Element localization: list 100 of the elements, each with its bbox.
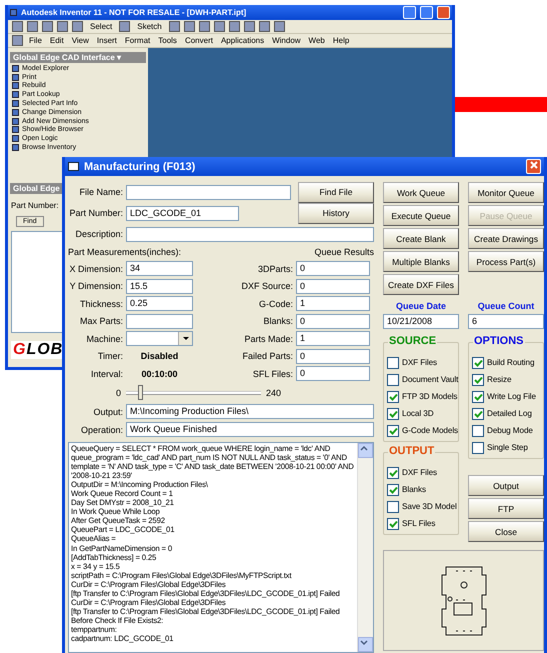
checkbox-label[interactable]: Detailed Log [487,409,532,418]
toolbar-icon[interactable] [274,21,285,32]
checkbox[interactable] [387,356,399,368]
group-title: OPTIONS [473,335,525,347]
history-button[interactable]: History [298,202,374,224]
action-button[interactable]: Close [468,521,544,542]
input-field[interactable]: 34 [126,261,193,276]
queue-button[interactable]: Monitor Queue [468,182,544,203]
scrollbar[interactable] [357,442,373,652]
toolbar-icon[interactable] [119,21,130,32]
checkbox[interactable] [472,442,484,454]
input-field[interactable]: 10/21/2008 [383,314,459,329]
checkbox-label[interactable]: Resize [487,375,512,384]
input-field[interactable]: 0 [296,278,370,294]
input-field[interactable]: 6 [468,314,544,329]
menu-item[interactable]: Edit [48,36,66,45]
field-label: Description: [74,229,123,239]
checkbox-label[interactable]: Single Step [487,443,528,452]
checkbox-label[interactable]: Save 3D Model [402,502,457,511]
menu-item[interactable]: View [70,36,91,45]
input-field[interactable] [126,226,374,242]
queue-button[interactable]: Process Part(s) [468,251,544,272]
maximize-button[interactable] [420,6,433,19]
menu-item[interactable]: Window [270,36,303,45]
window-title: Autodesk Inventor 11 - NOT FOR RESALE - [DWH-PART.ipt] [21,8,248,17]
menu-item[interactable]: Format [122,36,152,45]
toolbar-icon[interactable] [244,21,255,32]
input-field[interactable] [126,314,193,329]
menu-item[interactable]: Convert [182,36,215,45]
checkbox[interactable] [387,518,399,530]
checkbox-label[interactable]: Blanks [402,485,426,494]
menu-item[interactable]: Help [330,36,352,45]
checkbox[interactable] [472,356,484,368]
checkbox-label[interactable]: Debug Mode [487,426,533,435]
toolbar-icon[interactable] [42,21,53,32]
queue-button[interactable]: Create DXF Files [383,274,459,295]
toolbar-button[interactable]: Sketch [134,22,165,31]
queue-button[interactable]: Work Queue [383,182,459,203]
toolbar-icon[interactable] [72,21,83,32]
checkbox-label[interactable]: Write Log File [487,392,536,401]
checkbox-label[interactable]: SFL Files [402,519,436,528]
action-button[interactable]: Output [468,475,544,496]
dropdown-arrow-icon [182,336,190,342]
toolbar-icon[interactable] [228,21,240,32]
checkmark-icon [388,518,398,528]
close-button[interactable] [437,6,450,19]
toolbar-icon[interactable] [184,21,195,32]
toolbar-button[interactable]: Select [87,22,116,31]
checkbox[interactable] [387,424,399,436]
input-field[interactable]: 0 [296,261,370,276]
input-field[interactable]: 15.5 [126,278,193,294]
toolbar-icon[interactable] [258,21,270,32]
checkbox[interactable] [472,408,484,420]
input-field[interactable]: 0 [296,366,370,382]
toolbar-icon[interactable] [168,21,180,32]
input-field[interactable]: LDC_GCODE_01 [126,206,239,220]
input-field[interactable]: 0 [296,314,370,329]
slider-thumb[interactable] [138,385,143,400]
menu-item[interactable]: Tools [156,36,179,45]
menu-item[interactable]: File [27,36,44,45]
minimize-button[interactable] [403,6,416,19]
checkbox-label[interactable]: Local 3D [402,409,434,418]
checkbox-label[interactable]: Document Vault [402,375,458,384]
checkbox[interactable] [387,500,399,512]
menu-item[interactable]: Web [306,36,327,45]
checkbox[interactable] [472,374,484,386]
input-field[interactable]: 0 [296,348,370,364]
toolbar-icon[interactable] [27,21,38,32]
input-field[interactable]: Work Queue Finished [126,422,374,437]
input-field[interactable]: 1 [296,331,370,346]
toolbar-icon[interactable] [57,21,68,32]
input-field[interactable]: 1 [296,296,370,312]
checkbox[interactable] [387,484,399,496]
queue-button[interactable]: Multiple Blanks [383,251,459,272]
toolbar-icon[interactable] [12,21,23,32]
checkbox[interactable] [387,390,399,402]
close-button[interactable] [526,159,541,174]
input-field[interactable] [126,184,291,200]
checkbox[interactable] [472,390,484,402]
toolbar-icon[interactable] [214,21,225,32]
queue-button[interactable]: Create Blank [383,228,459,249]
checkbox[interactable] [387,466,399,478]
menu-item[interactable]: Insert [94,36,119,45]
queue-button[interactable]: Create Drawings [468,228,544,249]
toolbar-icon[interactable] [198,21,210,32]
checkbox-label[interactable]: DXF Files [402,468,438,477]
checkbox-label[interactable]: Build Routing [487,358,534,367]
checkbox[interactable] [387,408,399,420]
checkbox-label[interactable]: FTP 3D Models [402,392,458,401]
find-file-button[interactable]: Find File [298,182,374,202]
action-button[interactable]: FTP [468,498,544,519]
checkbox[interactable] [472,424,484,436]
checkbox[interactable] [387,374,399,386]
checkbox-label[interactable]: G-Code Models [402,426,458,435]
queue-button[interactable]: Execute Queue [383,205,459,226]
checkbox-label[interactable]: DXF Files [402,358,438,367]
dropdown[interactable] [126,331,193,346]
input-field[interactable]: 0.25 [126,296,193,312]
menu-item[interactable]: Applications [218,36,266,45]
input-field[interactable]: M:\Incoming Production Files\ [126,404,374,419]
